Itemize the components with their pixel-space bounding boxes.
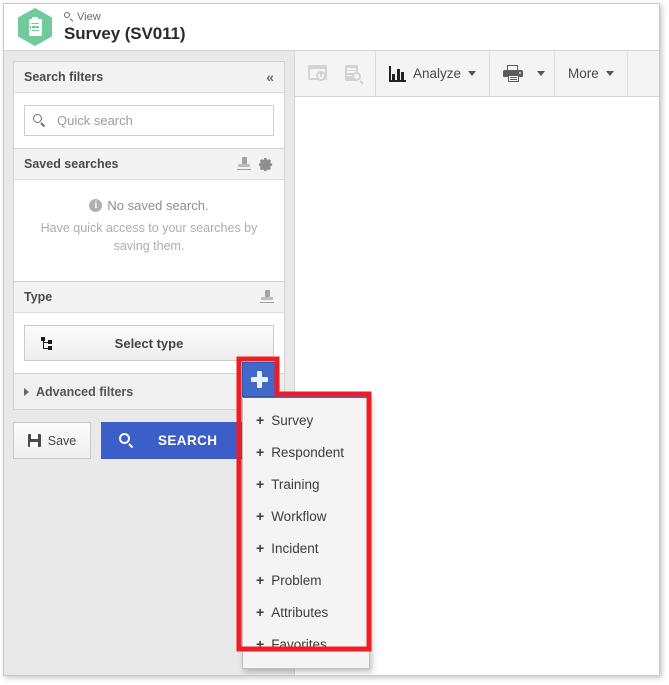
menu-item-label: Incident [271, 540, 319, 556]
select-type-button[interactable]: Select type [24, 325, 274, 362]
saved-searches-panel: Saved searches i No saved search. Have q… [13, 149, 285, 283]
search-filters-body [14, 93, 284, 148]
toolbar-group-print [490, 51, 556, 96]
saved-searches-title: Saved searches [24, 157, 119, 171]
menu-item-survey[interactable]: + Survey [243, 404, 369, 436]
search-filters-header: Search filters « [14, 62, 284, 93]
analyze-button[interactable]: Analyze [385, 51, 480, 96]
plus-icon: + [256, 540, 265, 556]
page-title: Survey (SV011) [64, 23, 186, 43]
saved-searches-hint: Have quick access to your searches by sa… [40, 221, 258, 254]
menu-item-workflow[interactable]: + Workflow [243, 500, 369, 532]
menu-item-attributes[interactable]: + Attributes [243, 596, 369, 628]
search-icon [119, 433, 134, 448]
print-button[interactable] [499, 51, 527, 96]
plus-icon: + [256, 412, 265, 428]
tree-hierarchy-icon [41, 336, 54, 351]
select-type-label: Select type [114, 335, 184, 351]
menu-item-training[interactable]: + Training [243, 468, 369, 500]
menu-item-respondent[interactable]: + Respondent [243, 436, 369, 468]
gear-icon[interactable] [259, 157, 274, 172]
analyze-label: Analyze [413, 66, 462, 81]
save-button[interactable]: Save [13, 422, 91, 460]
type-panel: Type Select type [13, 282, 285, 375]
menu-item-label: Favorites [271, 636, 327, 652]
plus-icon: + [256, 636, 265, 652]
printer-icon [503, 65, 524, 82]
menu-item-label: Training [271, 476, 320, 492]
floppy-disk-icon [27, 434, 41, 448]
type-header: Type [14, 282, 284, 314]
search-icon [64, 12, 74, 22]
quick-search-field[interactable] [24, 105, 274, 136]
saved-searches-header: Saved searches [14, 149, 284, 180]
search-filters-panel: Search filters « [13, 61, 285, 149]
toolbar-group-analyze: Analyze [376, 51, 491, 96]
content-toolbar: Analyze More [295, 51, 659, 97]
menu-item-label: Respondent [271, 444, 344, 460]
history-icon [304, 51, 331, 96]
chevron-down-icon[interactable] [537, 71, 546, 76]
plus-icon: + [256, 508, 265, 524]
page-header: View Survey (SV011) [4, 4, 659, 51]
saved-searches-body: i No saved search. Have quick access to … [14, 180, 284, 282]
menu-item-label: Attributes [271, 604, 329, 620]
toolbar-group-views [295, 51, 376, 96]
chevron-down-icon[interactable] [605, 71, 614, 76]
chevron-down-icon[interactable] [468, 71, 477, 76]
plus-icon: + [256, 476, 265, 492]
menu-item-label: Survey [271, 412, 314, 428]
eraser-icon[interactable] [260, 290, 274, 304]
menu-item-incident[interactable]: + Incident [243, 532, 369, 564]
save-label: Save [47, 433, 77, 448]
menu-item-problem[interactable]: + Problem [243, 564, 369, 596]
breadcrumb-label: View [77, 10, 101, 23]
plus-icon: + [256, 572, 265, 588]
info-icon: i [89, 199, 103, 212]
menu-item-label: Workflow [271, 508, 327, 524]
clipboard-hexagon-icon [18, 8, 52, 46]
plus-icon: + [256, 604, 265, 620]
menu-item-favorites[interactable]: + Favorites [243, 628, 369, 660]
toolbar-group-empty [628, 51, 659, 96]
no-saved-search-label: No saved search. [107, 198, 209, 213]
bar-chart-icon [389, 65, 406, 82]
eraser-icon[interactable] [237, 157, 251, 171]
search-button-label: SEARCH [158, 433, 218, 449]
double-chevron-left-icon[interactable]: « [266, 69, 274, 85]
breadcrumb: View [64, 11, 185, 24]
add-item-button[interactable] [242, 362, 277, 397]
application-window: View Survey (SV011) Search filters « Qui… [3, 3, 660, 676]
type-title: Type [24, 290, 53, 305]
add-item-menu[interactable]: + Survey + Respondent + Training + Workf… [242, 395, 370, 669]
triangle-right-icon [24, 387, 29, 396]
more-label: More [568, 66, 599, 81]
advanced-filters-label: Advanced filters [36, 384, 134, 399]
menu-item-label: Problem [271, 572, 322, 588]
preview-icon [341, 51, 366, 96]
toolbar-group-more: More [555, 51, 628, 96]
search-input[interactable] [55, 112, 273, 129]
plus-icon [251, 371, 268, 388]
search-filters-title: Search filters [24, 70, 104, 84]
more-button[interactable]: More [564, 51, 618, 96]
search-icon [33, 114, 46, 127]
plus-icon: + [256, 444, 265, 460]
